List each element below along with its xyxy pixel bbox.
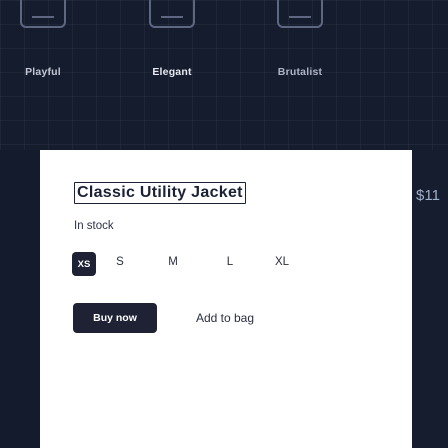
size-option-xs[interactable]: XS xyxy=(72,252,96,276)
playful-style-icon[interactable] xyxy=(20,0,66,28)
elegant-style-icon[interactable] xyxy=(149,0,195,28)
add-to-bag-button[interactable]: Add to bag xyxy=(170,303,280,333)
buy-now-button[interactable]: Buy now xyxy=(73,303,157,333)
stock-status: In stock xyxy=(74,220,114,232)
style-picker: Playful Elegant Brutalist xyxy=(0,0,448,150)
left-background xyxy=(0,150,40,448)
size-option-m[interactable]: M xyxy=(168,256,178,268)
style-option-playful[interactable]: Playful xyxy=(25,66,61,78)
brutalist-style-icon[interactable] xyxy=(277,0,323,28)
product-price: $11 xyxy=(416,187,440,204)
size-option-s[interactable]: S xyxy=(116,256,124,268)
size-option-l[interactable]: L xyxy=(227,256,233,268)
size-option-xl[interactable]: XL xyxy=(275,256,289,268)
product-title: Classic Utility Jacket xyxy=(74,182,246,204)
style-option-elegant[interactable]: Elegant xyxy=(152,66,191,78)
style-option-brutalist[interactable]: Brutalist xyxy=(278,66,322,78)
